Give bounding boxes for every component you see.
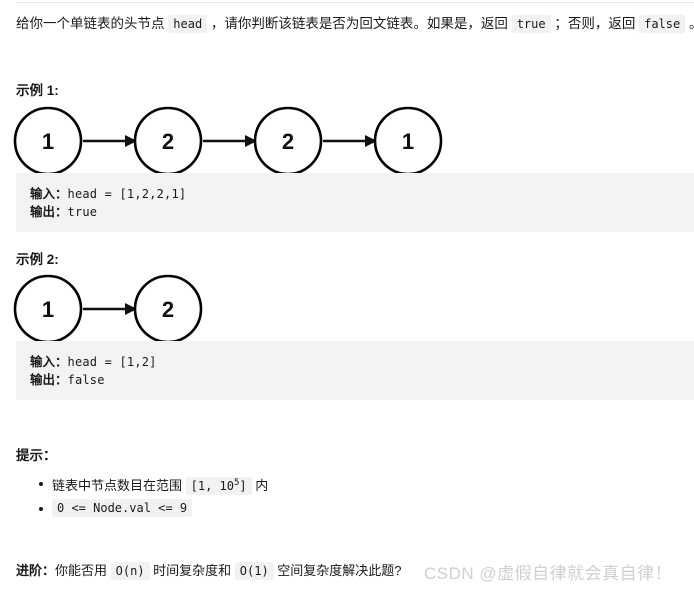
follow-up-text-2: 时间复杂度和 xyxy=(149,563,235,578)
example-1-output-label: 输出： xyxy=(30,205,68,219)
hint-item: 链表中节点数目在范围 [1, 105] 内 xyxy=(16,472,268,497)
hint-0-inline-code-1: [1, 105] xyxy=(185,477,252,495)
linked-list-diagram-2: 12 xyxy=(0,272,694,347)
hints-list: 链表中节点数目在范围 [1, 105] 内 0 <= Node.val <= 9 xyxy=(16,472,268,519)
example-2-input-value: head = [1,2] xyxy=(67,355,157,369)
example-2-output-line: 输出：false xyxy=(30,371,694,389)
list-node-value: 2 xyxy=(282,129,294,154)
example-2-title: 示例 2: xyxy=(16,252,59,267)
example-1-code-block: 输入：head = [1,2,2,1] 输出：true xyxy=(16,173,694,232)
description-text-4: ；否则，返回 xyxy=(550,16,640,31)
list-node-value: 1 xyxy=(42,129,54,154)
linked-list-diagram-1: 1 2 2 1 xyxy=(0,104,694,179)
description-inline-code-3: true xyxy=(511,15,551,33)
list-node-value: 1 xyxy=(42,297,54,322)
description-text-2: ，请你判断该链表是否为回文链表。如果是，返回 xyxy=(207,16,512,31)
follow-up-inline-code-3: O(1) xyxy=(234,562,274,580)
example-2-output-label: 输出： xyxy=(30,373,68,387)
example-1-input-value: head = [1,2,2,1] xyxy=(67,187,187,201)
hint-item: 0 <= Node.val <= 9 xyxy=(16,497,268,519)
hint-1-inline-code-0: 0 <= Node.val <= 9 xyxy=(52,499,193,517)
csdn-watermark: CSDN @虚假自律就会真自律！ xyxy=(424,564,673,583)
problem-description: 给你一个单链表的头节点 head ，请你判断该链表是否为回文链表。如果是，返回 … xyxy=(16,13,694,35)
list-node-value: 2 xyxy=(162,297,174,322)
follow-up-text: 你能否用 O(n) 时间复杂度和 O(1) 空间复杂度解决此题? xyxy=(55,562,402,580)
hints-title: 提示： xyxy=(16,448,57,463)
example-2-output-value: false xyxy=(67,373,105,387)
example-1-input-label: 输入： xyxy=(30,187,68,201)
example-2-input-label: 输入： xyxy=(30,355,68,369)
description-inline-code-5: false xyxy=(639,15,686,33)
follow-up-note: 进阶：你能否用 O(n) 时间复杂度和 O(1) 空间复杂度解决此题? xyxy=(16,561,402,581)
follow-up-inline-code-1: O(n) xyxy=(110,562,150,580)
example-1-output-line: 输出：true xyxy=(30,203,694,221)
description-text-0: 给你一个单链表的头节点 xyxy=(16,16,169,31)
top-divider xyxy=(16,2,694,3)
list-node-value: 1 xyxy=(402,129,414,154)
example-1-input-line: 输入：head = [1,2,2,1] xyxy=(30,185,694,203)
example-2-input-line: 输入：head = [1,2] xyxy=(30,353,694,371)
hint-0-text-2: 内 xyxy=(251,478,269,493)
description-text-6: 。 xyxy=(685,16,694,31)
example-1-title: 示例 1: xyxy=(16,83,59,98)
example-1-output-value: true xyxy=(67,205,98,219)
hint-0-text-0: 链表中节点数目在范围 xyxy=(52,478,186,493)
follow-up-text-0: 你能否用 xyxy=(55,563,111,578)
list-node-value: 2 xyxy=(162,129,174,154)
problem-page: 给你一个单链表的头节点 head ，请你判断该链表是否为回文链表。如果是，返回 … xyxy=(0,0,694,598)
example-2-code-block: 输入：head = [1,2] 输出：false xyxy=(16,341,694,400)
description-inline-code-1: head xyxy=(168,15,208,33)
follow-up-label: 进阶： xyxy=(16,563,56,578)
follow-up-text-4: 空间复杂度解决此题? xyxy=(273,563,402,578)
